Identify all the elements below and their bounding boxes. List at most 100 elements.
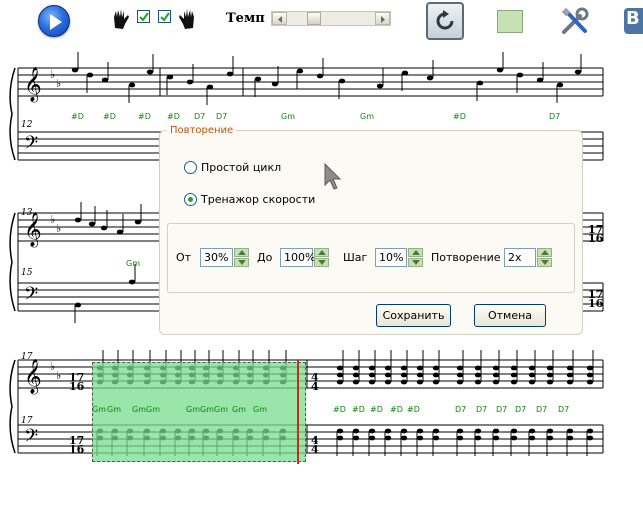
arrow-up-icon [318, 250, 326, 255]
note-head [586, 435, 594, 441]
note-head [254, 76, 262, 82]
note-head [586, 365, 594, 371]
chord-label: D7 [558, 405, 570, 414]
speed-trainer-label[interactable]: Тренажор скорости [201, 193, 315, 206]
note-head [352, 379, 360, 385]
note-head [74, 302, 82, 308]
brace [9, 212, 16, 312]
from-up-arrow[interactable] [234, 248, 249, 257]
arrow-up-icon [238, 250, 246, 255]
playback-cursor[interactable] [297, 360, 299, 464]
note-head [566, 428, 574, 434]
repeat-input[interactable]: 2x [504, 248, 536, 267]
time-signature: 44 [311, 435, 319, 455]
repeat-label: Потворение [431, 251, 501, 264]
note-head [128, 279, 136, 285]
to-up-arrow[interactable] [314, 248, 329, 257]
note-head [128, 82, 136, 88]
time-signature: 17 16 [69, 372, 85, 393]
note-head [492, 365, 500, 371]
note-head [432, 435, 440, 441]
time-signature-bottom: 16 [69, 380, 85, 393]
note-head [528, 435, 536, 441]
note-head [510, 435, 518, 441]
note-head [100, 225, 108, 231]
note-head [416, 365, 424, 371]
note-head [400, 379, 408, 385]
step-up-arrow[interactable] [408, 248, 423, 257]
note-head [71, 67, 79, 73]
chord-label: D7 [496, 405, 508, 414]
bass-clef: 𝄢 [24, 426, 38, 451]
bass-clef: 𝄢 [24, 133, 38, 158]
note-head [566, 435, 574, 441]
note-head [516, 72, 524, 78]
note-head [456, 365, 464, 371]
note-head [528, 379, 536, 385]
to-down-arrow[interactable] [314, 258, 329, 267]
flat-sign: ♭ [56, 77, 61, 90]
to-input[interactable]: 100% [280, 248, 315, 267]
from-label: От [176, 251, 192, 264]
flat-sign: ♭ [50, 360, 55, 373]
arrow-down-icon [318, 260, 326, 265]
note-head [74, 217, 82, 223]
note-head [456, 435, 464, 441]
chord-label: #D [333, 405, 346, 414]
step-down-arrow[interactable] [408, 258, 423, 267]
note-head [546, 379, 554, 385]
note-head [352, 428, 360, 434]
note-head [384, 372, 392, 378]
arrow-down-icon [412, 260, 420, 265]
note-head [528, 428, 536, 434]
note-head [492, 379, 500, 385]
from-input[interactable]: 30% [200, 248, 233, 267]
treble-clef: 𝄞 [24, 359, 42, 395]
note-head [384, 428, 392, 434]
dialog-group-title: Повторение [167, 125, 237, 136]
note-head [400, 428, 408, 434]
save-button[interactable]: Сохранить [376, 304, 451, 327]
chord-label: Gm [92, 405, 106, 414]
note-head [416, 372, 424, 378]
repeat-up-arrow[interactable] [537, 248, 552, 257]
note-head [368, 435, 376, 441]
note-head [474, 365, 482, 371]
time-signature: 44 [311, 372, 319, 392]
note-head [376, 83, 384, 89]
note-head [492, 428, 500, 434]
note-head [546, 372, 554, 378]
note-head [384, 365, 392, 371]
note-head [586, 428, 594, 434]
simple-loop-radio[interactable] [184, 161, 197, 174]
note-head [368, 379, 376, 385]
from-down-arrow[interactable] [234, 258, 249, 267]
simple-loop-label[interactable]: Простой цикл [201, 161, 281, 174]
note-head [546, 428, 554, 434]
note-head [566, 379, 574, 385]
note-head [416, 379, 424, 385]
note-head [528, 372, 536, 378]
brace [9, 359, 16, 454]
speed-trainer-radio[interactable] [184, 193, 197, 206]
note-head [336, 435, 344, 441]
note-head [316, 73, 324, 79]
note-head [476, 80, 484, 86]
measure-number: 17 [21, 352, 33, 362]
repeat-down-arrow[interactable] [537, 258, 552, 267]
chord-label: #D [167, 112, 180, 121]
note-head [474, 435, 482, 441]
note-head [474, 379, 482, 385]
note-head [352, 365, 360, 371]
note-head [546, 435, 554, 441]
step-input[interactable]: 10% [375, 248, 407, 267]
note-head [86, 72, 94, 78]
cancel-button[interactable]: Отмена [474, 304, 546, 327]
arrow-down-icon [541, 260, 549, 265]
note-head [338, 78, 346, 84]
chord-label: Gm [360, 112, 374, 121]
note-head [336, 428, 344, 434]
note-head [336, 365, 344, 371]
time-signature: 17 16 [588, 289, 603, 309]
note-head [474, 428, 482, 434]
